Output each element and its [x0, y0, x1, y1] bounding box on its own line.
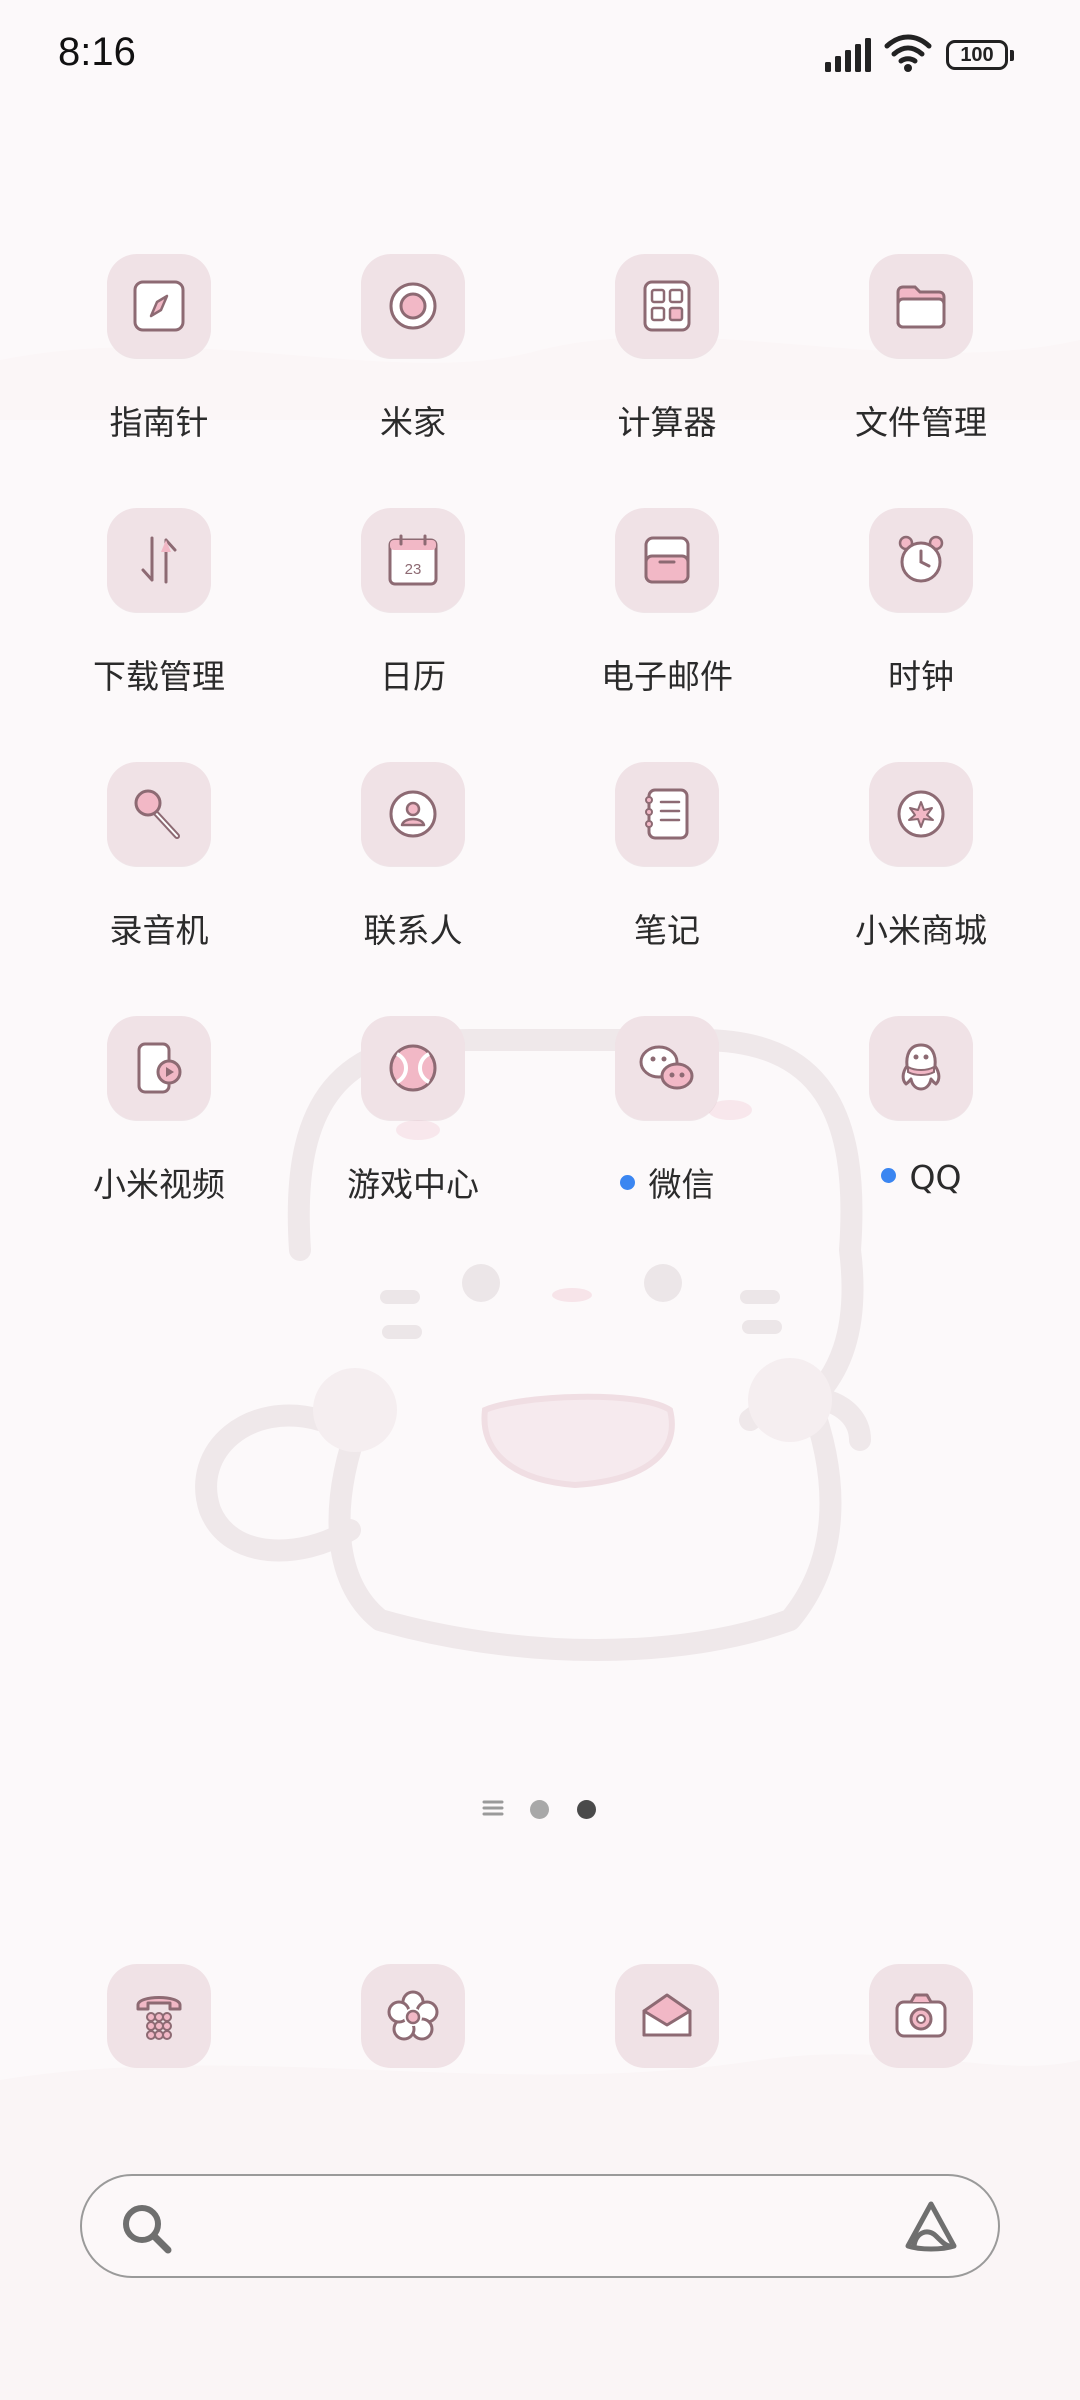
search-bar[interactable]: [80, 2174, 1000, 2278]
app-label: 日历: [380, 657, 446, 696]
notebook-icon: [615, 762, 719, 866]
notification-dot: [880, 1168, 896, 1183]
envelope-icon[interactable]: [615, 1964, 719, 2068]
app-calendar[interactable]: 23 日历: [286, 504, 540, 704]
assistant-icon[interactable]: [902, 2198, 960, 2256]
app-drawer-indicator-icon[interactable]: [482, 1798, 504, 1818]
microphone-icon: [107, 762, 211, 866]
app-clock[interactable]: 时钟: [794, 504, 1048, 704]
app-label: 笔记: [634, 911, 700, 950]
app-label: 联系人: [363, 911, 463, 950]
app-label: 文件管理: [855, 403, 987, 442]
search-icon[interactable]: [120, 2202, 174, 2256]
app-mi-store[interactable]: 小米商城: [794, 758, 1048, 958]
page-dot-1[interactable]: [530, 1800, 549, 1819]
wechat-icon: [615, 1016, 719, 1120]
page-dot-2-active[interactable]: [577, 1800, 596, 1819]
video-phone-icon: [107, 1016, 211, 1120]
app-calculator[interactable]: 计算器: [540, 250, 794, 450]
qq-penguin-icon: [869, 1016, 973, 1120]
app-label: 录音机: [109, 911, 209, 950]
app-download-manager[interactable]: 下载管理: [32, 504, 286, 704]
app-label: QQ: [909, 1158, 962, 1197]
calculator-icon: [615, 254, 719, 358]
cell-signal-icon: [825, 38, 871, 72]
app-wechat[interactable]: 微信: [540, 1012, 794, 1212]
app-email[interactable]: 电子邮件: [540, 504, 794, 704]
wifi-icon: [884, 34, 932, 72]
app-mi-video[interactable]: 小米视频: [32, 1012, 286, 1212]
status-time: 8:16: [58, 30, 136, 74]
app-label: 电子邮件: [601, 657, 733, 696]
calendar-day: 23: [405, 561, 422, 578]
app-label: 米家: [380, 403, 446, 442]
camera-icon[interactable]: [869, 1964, 973, 2068]
notification-dot: [619, 1175, 635, 1190]
phone-icon[interactable]: [107, 1964, 211, 2068]
app-recorder[interactable]: 录音机: [32, 758, 286, 958]
mailbox-icon: [615, 508, 719, 612]
ball-icon: [361, 1016, 465, 1120]
app-label: 下载管理: [93, 657, 225, 696]
app-label: 时钟: [888, 657, 954, 696]
battery-indicator: 100: [946, 40, 1008, 70]
mijia-icon: [361, 254, 465, 358]
calendar-icon: 23: [361, 508, 465, 612]
app-contacts[interactable]: 联系人: [286, 758, 540, 958]
status-bar: 8:16 100: [0, 0, 1080, 112]
app-mijia[interactable]: 米家: [286, 250, 540, 450]
app-label: 计算器: [617, 403, 717, 442]
download-arrows-icon: [107, 508, 211, 612]
app-qq[interactable]: QQ: [794, 1012, 1048, 1212]
dock: [0, 1960, 1080, 2080]
page-indicator[interactable]: [0, 1790, 1080, 1830]
app-label: 微信: [648, 1165, 715, 1204]
app-file-manager[interactable]: 文件管理: [794, 250, 1048, 450]
folder-icon: [869, 254, 973, 358]
mi-store-icon: [869, 762, 973, 866]
app-label: 小米视频: [93, 1165, 225, 1204]
flower-icon[interactable]: [361, 1964, 465, 2068]
app-compass[interactable]: 指南针: [32, 250, 286, 450]
battery-level: 100: [960, 43, 994, 66]
app-game-center[interactable]: 游戏中心: [286, 1012, 540, 1212]
app-label: 游戏中心: [347, 1165, 479, 1204]
contact-icon: [361, 762, 465, 866]
compass-icon: [107, 254, 211, 358]
alarm-clock-icon: [869, 508, 973, 612]
app-notes[interactable]: 笔记: [540, 758, 794, 958]
app-label: 指南针: [109, 403, 209, 442]
battery-cap: [1010, 50, 1014, 61]
app-label: 小米商城: [855, 911, 987, 950]
